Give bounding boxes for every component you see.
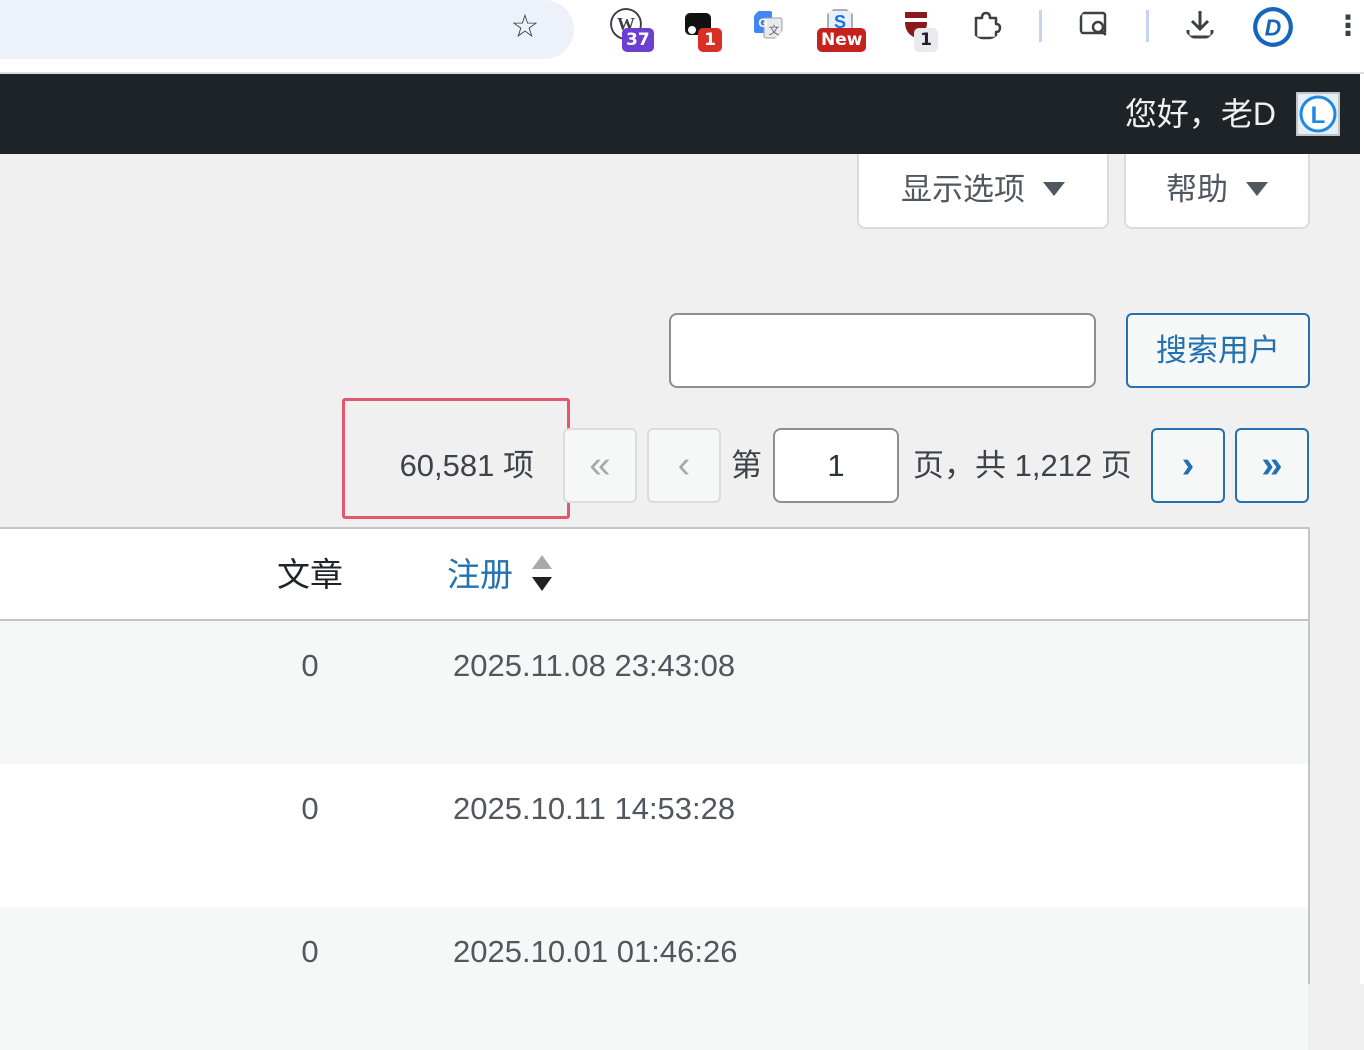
translate-icon: G 文 [754, 11, 783, 39]
svg-text:D: D [1265, 14, 1282, 40]
downloads-icon[interactable] [1180, 6, 1220, 46]
shield-extension-badge: 1 [914, 28, 938, 52]
posts-count: 0 [301, 934, 319, 969]
black-extension-badge: 1 [698, 28, 722, 52]
help-button[interactable]: 帮助 [1124, 154, 1310, 229]
extensions-puzzle-icon[interactable] [966, 6, 1006, 46]
user-search-input[interactable] [669, 313, 1096, 388]
profile-icon[interactable]: D [1252, 6, 1293, 47]
new-extension-icon[interactable]: S New [817, 6, 867, 52]
svg-text:G: G [758, 16, 767, 30]
svg-text:文: 文 [769, 23, 780, 37]
posts-count: 0 [301, 791, 319, 826]
table-header: 文章 注册 [0, 529, 1308, 621]
table-row: 0 2025.10.11 14:53:28 [0, 764, 1308, 907]
wordpress-badge: 37 [622, 28, 654, 52]
current-page-input[interactable] [773, 428, 899, 503]
column-header-posts: 文章 [277, 556, 343, 593]
last-page-button[interactable]: » [1235, 428, 1309, 503]
address-bar[interactable] [0, 0, 574, 59]
registered-date: 2025.10.01 01:46:26 [453, 934, 738, 969]
wordpress-extension-icon[interactable]: W 37 [606, 6, 654, 52]
shield-extension-icon[interactable]: 1 [896, 6, 938, 52]
page-suffix: 页，共 1,212 页 [913, 448, 1132, 483]
search-page-icon[interactable] [1074, 6, 1114, 46]
new-extension-badge: New [817, 28, 867, 52]
svg-text:L: L [1311, 102, 1326, 129]
next-page-button[interactable]: › [1151, 428, 1225, 503]
prev-page-button: ‹ [647, 428, 721, 503]
registered-date: 2025.11.08 23:43:08 [453, 648, 736, 683]
avatar-l-icon: L [1299, 95, 1337, 133]
google-translate-extension-icon[interactable]: G 文 [748, 6, 788, 46]
posts-count: 0 [301, 648, 319, 683]
first-page-button: « [563, 428, 637, 503]
page-prefix: 第 [731, 448, 762, 483]
help-label: 帮助 [1166, 172, 1228, 207]
puzzle-icon [974, 11, 1002, 40]
avatar[interactable]: L [1296, 92, 1340, 136]
sort-indicator-icon[interactable] [528, 553, 556, 597]
toolbar-separator [1039, 10, 1042, 42]
displaying-num: 60,581 项 [399, 448, 534, 483]
table-row: 0 2025.10.01 01:46:26 [0, 907, 1308, 1050]
screen-options-button[interactable]: 显示选项 [857, 154, 1109, 229]
browser-menu-icon[interactable]: ⋮ [1334, 10, 1362, 42]
browser-toolbar: ☆ W 37 1 G 文 S New 1 D ⋮ [0, 0, 1364, 74]
users-table: 文章 注册 0 2025.11.08 23:43:08 0 2025.10.11… [0, 527, 1310, 1050]
column-header-registered[interactable]: 注册 [447, 553, 513, 597]
caret-down-icon [1043, 181, 1065, 196]
registered-date: 2025.10.11 14:53:28 [453, 791, 736, 826]
d-logo-icon: D [1253, 7, 1293, 47]
screen-options-label: 显示选项 [901, 172, 1025, 207]
toolbar-separator [1146, 10, 1149, 42]
caret-down-icon [1246, 181, 1268, 196]
admin-bar: 您好，老D L [0, 74, 1360, 154]
find-in-page-icon [1079, 11, 1109, 38]
table-row: 0 2025.11.08 23:43:08 [0, 621, 1308, 764]
search-users-button[interactable]: 搜索用户 [1126, 313, 1310, 388]
page-edge [1360, 74, 1364, 984]
black-extension-icon[interactable]: 1 [678, 6, 722, 52]
download-icon [1186, 11, 1214, 39]
bookmark-star-icon[interactable]: ☆ [505, 6, 545, 46]
account-greeting[interactable]: 您好，老D [1125, 94, 1276, 134]
